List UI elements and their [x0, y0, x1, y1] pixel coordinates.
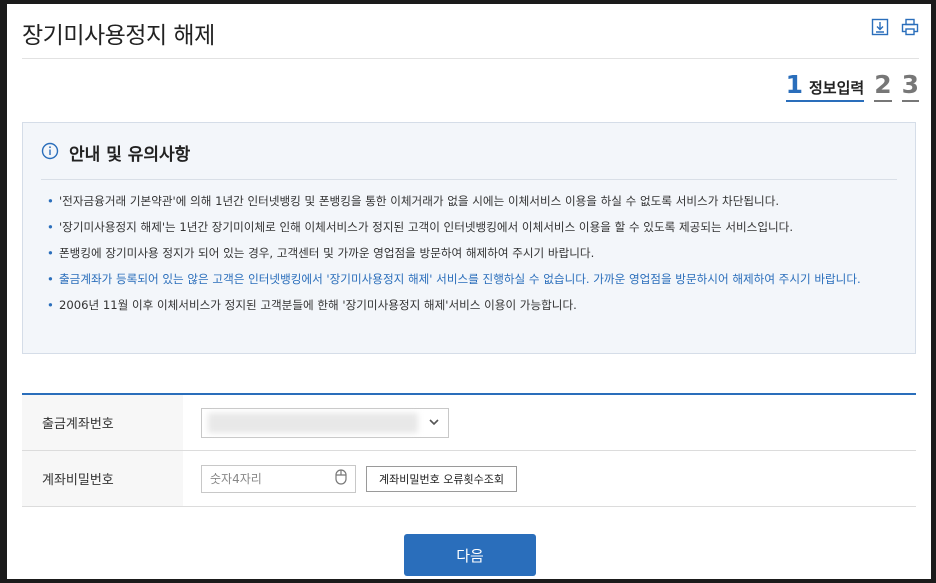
- step-2: 2: [874, 72, 892, 102]
- account-value-cell: [183, 395, 916, 450]
- info-icon: [41, 142, 59, 164]
- notice-list: '전자금융거래 기본약관'에 의해 1년간 인터넷뱅킹 및 폰뱅킹을 통한 이체…: [45, 193, 893, 323]
- step-1-active: 1 정보입력: [785, 70, 865, 102]
- form-row-account: 출금계좌번호: [22, 395, 916, 451]
- input-form: 출금계좌번호 계좌비밀번호 숫자4자리 계좌비밀번호 오류횟수조회: [22, 393, 916, 507]
- form-row-password: 계좌비밀번호 숫자4자리 계좌비밀번호 오류횟수조회: [22, 451, 916, 507]
- notice-item: 폰뱅킹에 장기미사용 정지가 되어 있는 경우, 고객센터 및 가까운 영업점을…: [45, 245, 893, 261]
- toolbar: [871, 18, 919, 36]
- notice-box: 안내 및 유의사항 '전자금융거래 기본약관'에 의해 1년간 인터넷뱅킹 및 …: [22, 122, 916, 354]
- download-icon[interactable]: [871, 18, 889, 36]
- password-label: 계좌비밀번호: [22, 451, 183, 506]
- print-icon[interactable]: [901, 18, 919, 36]
- notice-title: 안내 및 유의사항: [69, 145, 191, 165]
- next-button[interactable]: 다음: [404, 534, 536, 576]
- page-frame: 장기미사용정지 해제 1 정보입력 2 3 안내 및 유의사항 '전자금융거래 …: [7, 4, 931, 579]
- step-3: 3: [901, 72, 919, 102]
- password-placeholder: 숫자4자리: [210, 472, 262, 486]
- page-title: 장기미사용정지 해제: [22, 23, 215, 49]
- notice-item-highlight: 출금계좌가 등록되어 있는 않은 고객은 인터넷뱅킹에서 '장기미사용정지 해제…: [45, 271, 893, 287]
- account-label: 출금계좌번호: [22, 395, 183, 450]
- masked-account-number: [208, 412, 418, 433]
- notice-item: '전자금융거래 기본약관'에 의해 1년간 인터넷뱅킹 및 폰뱅킹을 통한 이체…: [45, 193, 893, 209]
- password-input[interactable]: 숫자4자리: [201, 464, 356, 493]
- notice-header: 안내 및 유의사항: [41, 140, 190, 165]
- password-error-check-button[interactable]: 계좌비밀번호 오류횟수조회: [366, 465, 517, 492]
- notice-item: '장기미사용정지 해제'는 1년간 장기미이체로 인해 이체서비스가 정지된 고…: [45, 219, 893, 235]
- mouse-icon[interactable]: [335, 469, 347, 488]
- step-indicator: 1 정보입력 2 3: [785, 70, 919, 102]
- header-divider: [22, 58, 919, 59]
- account-select[interactable]: [201, 407, 449, 438]
- notice-divider: [41, 179, 897, 180]
- step-number: 1: [785, 70, 803, 99]
- notice-item: 2006년 11월 이후 이체서비스가 정지된 고객분들에 한해 '장기미사용정…: [45, 297, 893, 313]
- step-label: 정보입력: [808, 79, 865, 97]
- password-value-cell: 숫자4자리 계좌비밀번호 오류횟수조회: [183, 451, 916, 506]
- chevron-down-icon: [428, 413, 440, 432]
